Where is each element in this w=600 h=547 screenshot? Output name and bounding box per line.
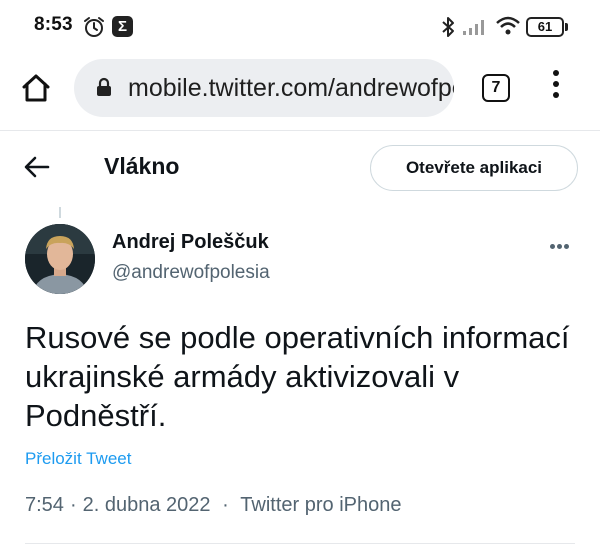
browser-toolbar: mobile.twitter.com/andrewofpolesia 7 (0, 56, 600, 124)
meta-separator: · (216, 494, 235, 516)
page-title: Vlákno (104, 153, 180, 179)
open-app-button[interactable]: Otevřete aplikaci (370, 145, 578, 191)
tweet-time[interactable]: 7:54 (25, 494, 64, 516)
meta-separator: · (69, 494, 77, 516)
author-handle[interactable]: @andrewofpolesia (112, 262, 270, 284)
avatar[interactable] (25, 224, 95, 294)
battery-indicator: 61 (526, 17, 568, 37)
status-time: 8:53 (34, 14, 73, 35)
thread-connector-line (59, 207, 61, 218)
translate-tweet-link[interactable]: Přeložit Tweet (25, 449, 131, 469)
tweet-text: Rusové se podle operativních informací u… (25, 320, 570, 433)
signal-icon (463, 20, 484, 35)
url-text: mobile.twitter.com/andrewofpolesia (128, 74, 454, 102)
more-vertical-icon[interactable] (548, 70, 564, 104)
divider (25, 543, 575, 544)
address-bar[interactable]: mobile.twitter.com/andrewofpolesia (74, 59, 454, 117)
tweet-metadata: 7:54 · 2. dubna 2022 · Twitter pro iPhone (25, 494, 402, 517)
home-icon[interactable] (20, 72, 52, 104)
alarm-icon (84, 17, 104, 37)
avatar-image (25, 224, 95, 294)
bluetooth-icon (442, 17, 454, 37)
app-notification-icon: Σ (112, 16, 133, 37)
tweet-source: Twitter pro iPhone (240, 494, 402, 516)
wifi-icon (496, 16, 520, 35)
lock-icon (97, 77, 111, 96)
arrow-left-icon[interactable] (24, 155, 50, 179)
status-bar: 8:53 Σ 61 (0, 0, 600, 56)
tweet-date[interactable]: 2. dubna 2022 (83, 494, 211, 516)
author-name[interactable]: Andrej Poleščuk (112, 231, 269, 254)
thread-header: Vlákno Otevřete aplikaci (0, 131, 600, 205)
more-horizontal-icon[interactable] (550, 236, 574, 249)
tab-switcher-button[interactable]: 7 (482, 74, 510, 102)
